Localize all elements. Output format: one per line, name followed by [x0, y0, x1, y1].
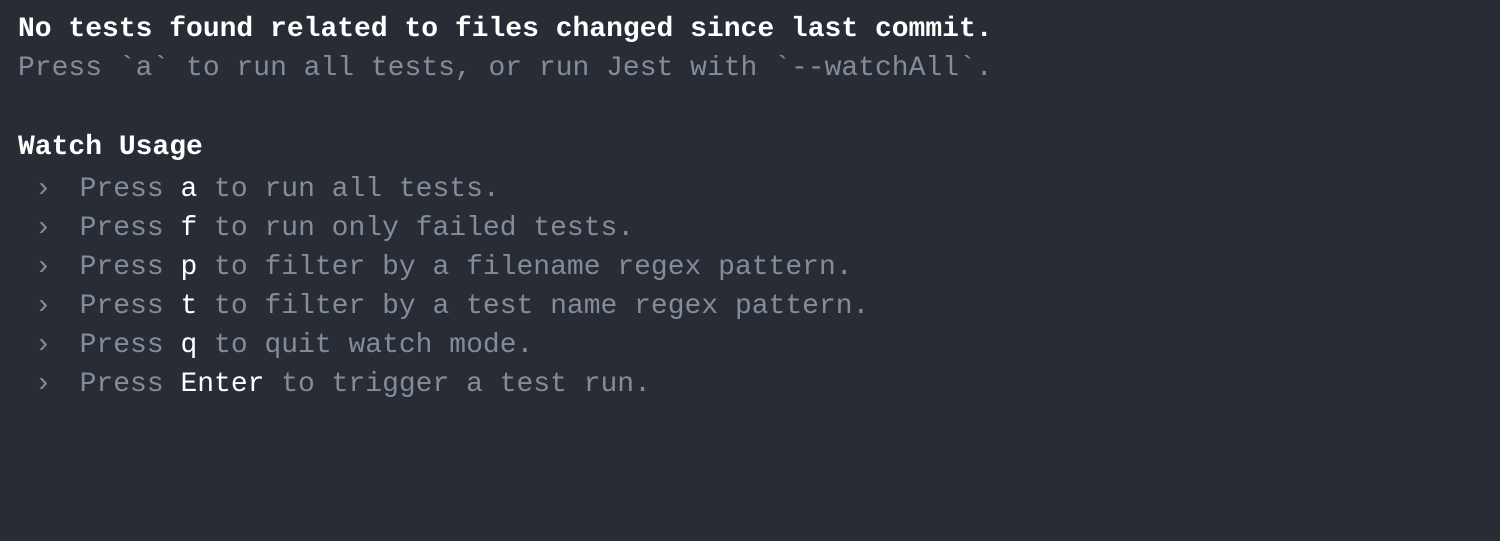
- usage-item-q: › Press q to quit watch mode.: [18, 326, 1482, 365]
- usage-text-before: Press: [80, 252, 181, 283]
- usage-key: t: [180, 291, 197, 322]
- usage-text-before: Press: [80, 330, 181, 361]
- watch-usage-heading: Watch Usage: [18, 128, 1482, 167]
- no-tests-message: No tests found related to files changed …: [18, 10, 1482, 49]
- chevron-right-icon: ›: [35, 209, 63, 248]
- chevron-right-icon: ›: [35, 287, 63, 326]
- terminal-output: No tests found related to files changed …: [18, 10, 1482, 405]
- usage-text-after: to filter by a test name regex pattern.: [197, 291, 869, 322]
- usage-text-before: Press: [80, 291, 181, 322]
- usage-item-enter: › Press Enter to trigger a test run.: [18, 365, 1482, 404]
- usage-text-before: Press: [80, 369, 181, 400]
- chevron-right-icon: ›: [35, 248, 63, 287]
- usage-item-t: › Press t to filter by a test name regex…: [18, 287, 1482, 326]
- usage-key: Enter: [180, 369, 264, 400]
- chevron-right-icon: ›: [35, 170, 63, 209]
- usage-item-f: › Press f to run only failed tests.: [18, 209, 1482, 248]
- hint-flag: `--watchAll`: [774, 53, 976, 84]
- usage-key: q: [180, 330, 197, 361]
- watch-usage-list: › Press a to run all tests. › Press f to…: [18, 170, 1482, 405]
- chevron-right-icon: ›: [35, 326, 63, 365]
- usage-item-a: › Press a to run all tests.: [18, 170, 1482, 209]
- usage-text-before: Press: [80, 213, 181, 244]
- usage-text-after: to run all tests.: [197, 174, 499, 205]
- usage-key: p: [180, 252, 197, 283]
- usage-text-after: to trigger a test run.: [264, 369, 650, 400]
- usage-text-after: to filter by a filename regex pattern.: [197, 252, 852, 283]
- usage-item-p: › Press p to filter by a filename regex …: [18, 248, 1482, 287]
- chevron-right-icon: ›: [35, 365, 63, 404]
- usage-key: a: [180, 174, 197, 205]
- hint-line: Press `a` to run all tests, or run Jest …: [18, 49, 1482, 88]
- usage-text-before: Press: [80, 174, 181, 205]
- hint-suffix: .: [976, 53, 993, 84]
- usage-key: f: [180, 213, 197, 244]
- hint-key-a: `a`: [119, 53, 169, 84]
- hint-mid: to run all tests, or run Jest with: [169, 53, 774, 84]
- usage-text-after: to run only failed tests.: [197, 213, 634, 244]
- usage-text-after: to quit watch mode.: [197, 330, 533, 361]
- hint-prefix: Press: [18, 53, 119, 84]
